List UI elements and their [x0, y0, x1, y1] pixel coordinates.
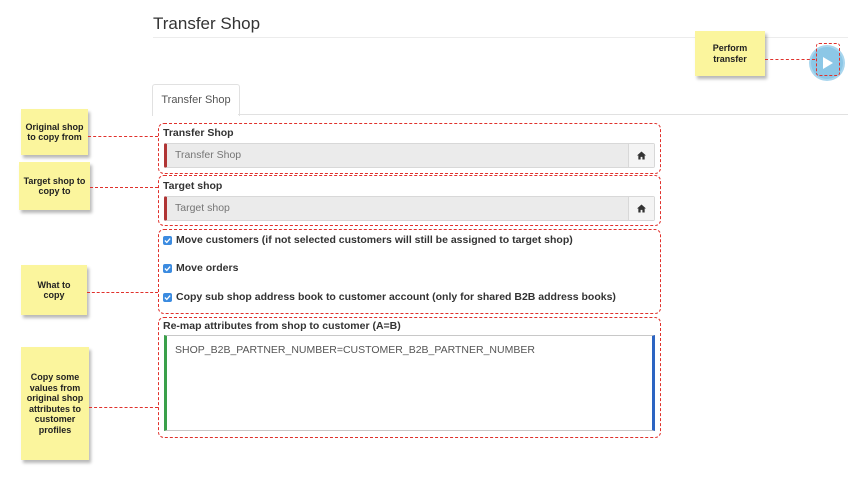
move-orders-checkbox[interactable] — [163, 263, 172, 273]
connector-what-to-copy — [87, 292, 158, 293]
target-shop-field — [164, 196, 655, 221]
home-icon — [637, 204, 646, 213]
tab-divider — [238, 114, 848, 115]
move-orders-label: Move orders — [176, 262, 239, 274]
tab-transfer-shop[interactable]: Transfer Shop — [152, 84, 240, 116]
transfer-shop-field — [164, 143, 655, 168]
note-perform-transfer: Perform transfer — [695, 31, 765, 76]
perform-transfer-highlight — [816, 43, 840, 76]
option-copy-address-book[interactable]: Copy sub shop address book to customer a… — [163, 291, 616, 303]
target-shop-input[interactable] — [175, 197, 615, 220]
move-customers-checkbox[interactable] — [163, 235, 172, 245]
checkmark-icon — [164, 265, 171, 271]
transfer-shop-select-button[interactable] — [628, 144, 654, 167]
remap-textarea[interactable]: SHOP_B2B_PARTNER_NUMBER=CUSTOMER_B2B_PAR… — [164, 335, 655, 431]
note-what-to-copy: What to copy — [21, 265, 87, 315]
target-shop-select-button[interactable] — [628, 197, 654, 220]
connector-target-shop — [90, 187, 158, 188]
note-original-shop: Original shop to copy from — [21, 109, 88, 155]
copy-address-book-checkbox[interactable] — [163, 292, 172, 302]
note-target-shop: Target shop to copy to — [19, 162, 90, 210]
remap-label: Re-map attributes from shop to customer … — [163, 320, 401, 332]
checkmark-icon — [164, 294, 171, 300]
connector-copy-values — [89, 407, 158, 408]
option-move-customers[interactable]: Move customers (if not selected customer… — [163, 234, 573, 246]
connector-perform-transfer — [765, 59, 815, 60]
option-move-orders[interactable]: Move orders — [163, 262, 238, 274]
home-icon — [637, 151, 646, 160]
page-title: Transfer Shop — [153, 14, 261, 33]
transfer-shop-input[interactable] — [175, 144, 615, 167]
note-copy-values: Copy some values from original shop attr… — [21, 347, 89, 460]
checkmark-icon — [164, 237, 171, 243]
transfer-shop-label: Transfer Shop — [163, 127, 234, 139]
move-customers-label: Move customers (if not selected customer… — [176, 234, 573, 246]
copy-address-book-label: Copy sub shop address book to customer a… — [176, 291, 616, 303]
target-shop-label: Target shop — [163, 180, 223, 192]
connector-original-shop — [88, 136, 158, 137]
